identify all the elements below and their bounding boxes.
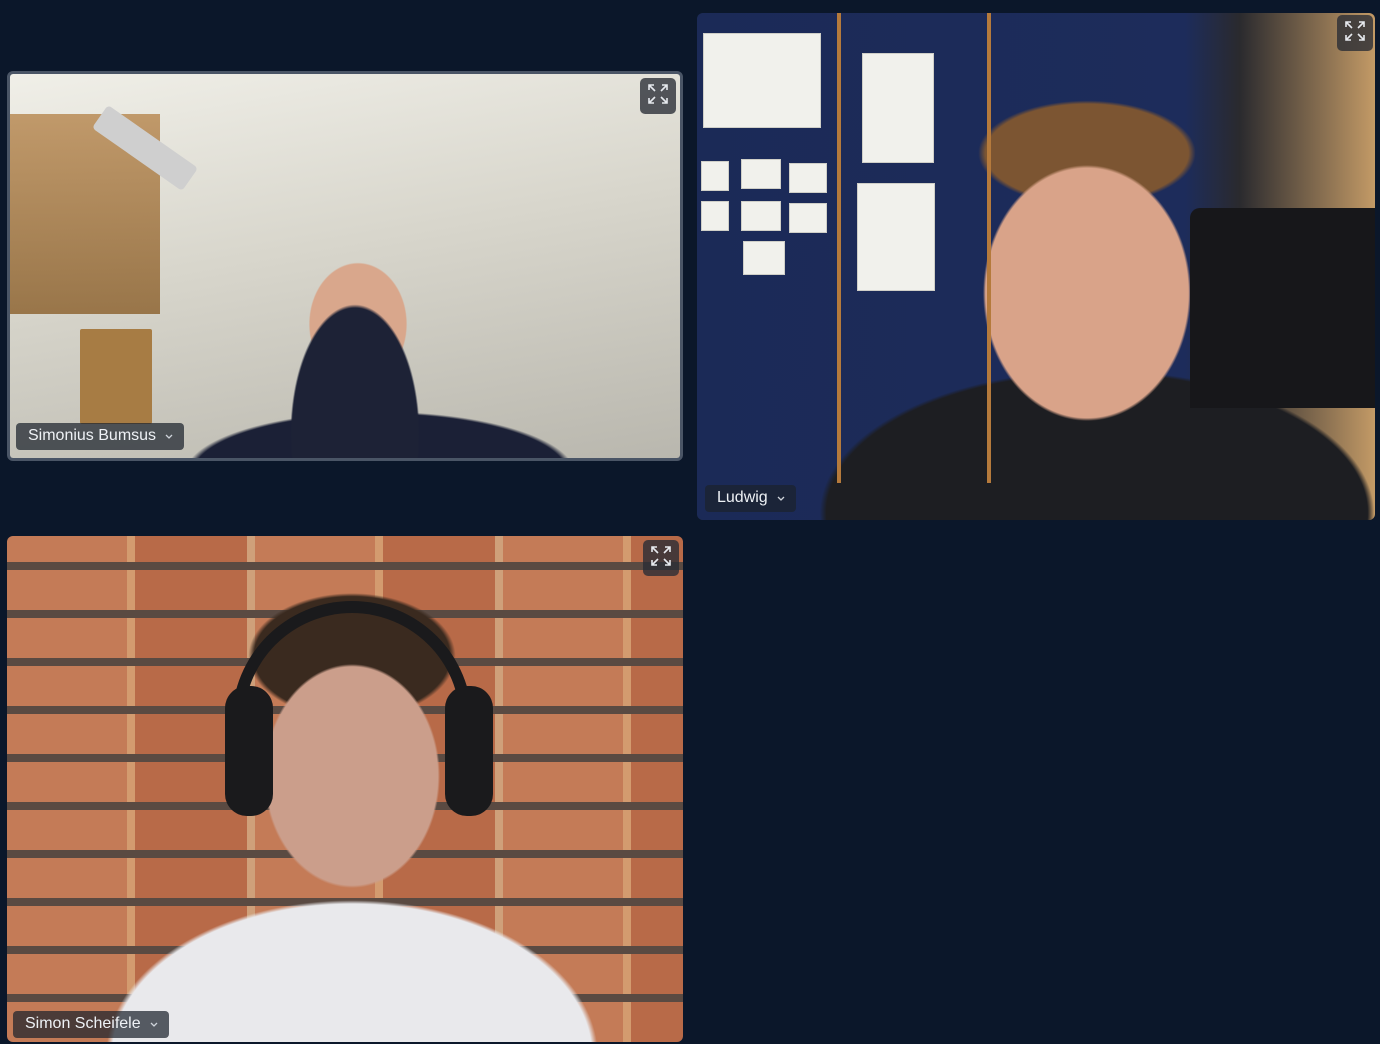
participant-video	[7, 536, 683, 1042]
background-note	[701, 201, 729, 231]
chevron-down-icon	[776, 493, 786, 503]
participant-tile-simonius[interactable]: Simonius Bumsus	[7, 71, 683, 461]
participant-name: Simon Scheifele	[25, 1015, 141, 1032]
expand-icon	[1344, 20, 1366, 47]
expand-icon	[650, 545, 672, 572]
participant-name-tag[interactable]: Ludwig	[705, 485, 796, 512]
expand-button[interactable]	[640, 78, 676, 114]
background-cabinet	[80, 329, 152, 424]
participant-tile-simon[interactable]: Simon Scheifele	[7, 536, 683, 1042]
participant-video	[697, 13, 1375, 520]
participant-name: Simonius Bumsus	[28, 427, 157, 444]
background-note	[741, 201, 781, 231]
participant-video	[10, 74, 680, 458]
background-note	[789, 203, 827, 233]
chevron-down-icon	[164, 431, 174, 441]
background-note	[743, 241, 785, 275]
background-door-edge	[987, 13, 991, 483]
background-paper	[857, 183, 935, 291]
headphone-left-cup	[225, 686, 273, 816]
participant-tile-ludwig[interactable]: Ludwig	[697, 13, 1375, 520]
participant-name-tag[interactable]: Simon Scheifele	[13, 1011, 169, 1038]
expand-button[interactable]	[1337, 15, 1373, 51]
background-paper	[703, 33, 821, 128]
background-door-edge	[837, 13, 841, 483]
expand-button[interactable]	[643, 540, 679, 576]
video-grid: Simonius Bumsus Ludwig Simon Scheifele	[0, 0, 1380, 1044]
participant-name-tag[interactable]: Simonius Bumsus	[16, 423, 185, 450]
background-chair	[1190, 208, 1375, 408]
background-note	[701, 161, 729, 191]
background-note	[741, 159, 781, 189]
expand-icon	[647, 83, 669, 110]
chevron-down-icon	[149, 1019, 159, 1029]
background-note	[789, 163, 827, 193]
participant-name: Ludwig	[717, 489, 768, 506]
background-paper	[862, 53, 934, 163]
headphone-right-cup	[445, 686, 493, 816]
